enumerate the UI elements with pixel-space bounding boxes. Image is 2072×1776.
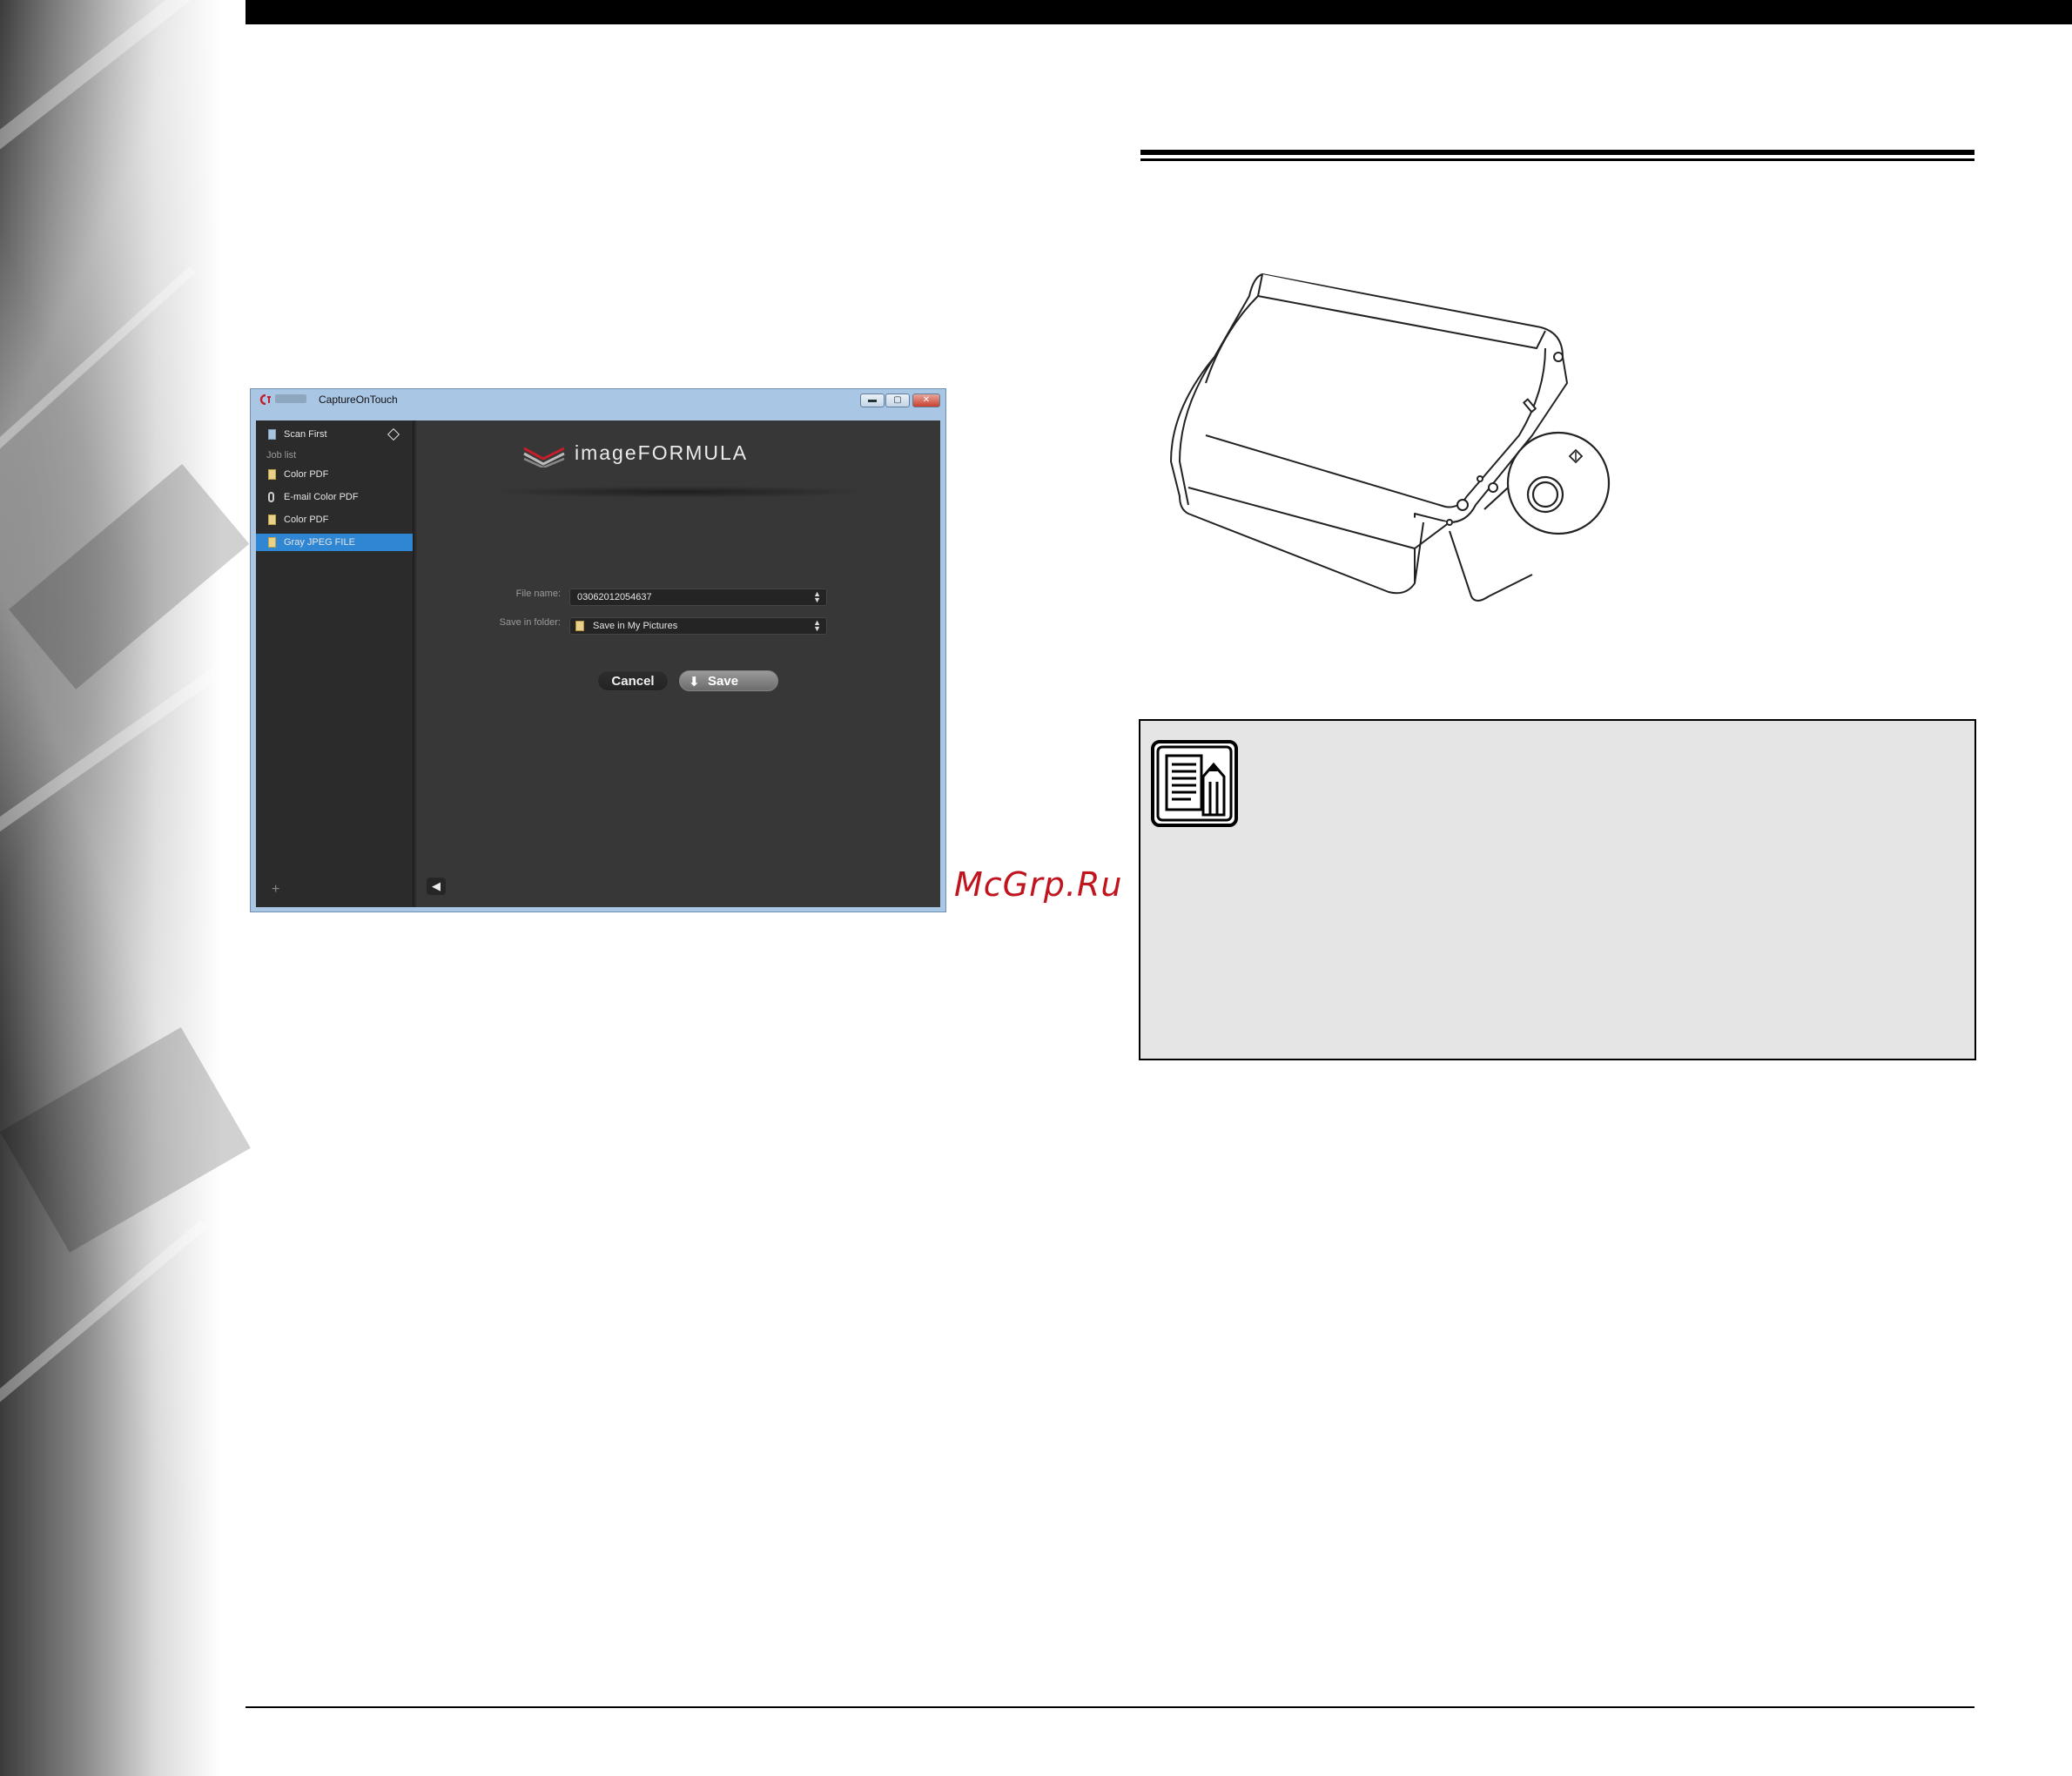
page-header-bar [246,0,2072,24]
back-button[interactable]: ◀ [427,878,446,895]
start-scan-icon[interactable] [387,427,400,441]
sidebar-item-label: Scan First [284,429,327,440]
imageformula-logo-icon [523,447,565,468]
window-titlebar: CaptureOnTouch ▬ ▢ ✕ [251,389,945,410]
pdf-file-icon [268,469,276,480]
sidebar-item-label: E-mail Color PDF [284,492,359,502]
save-button[interactable]: ⬇ Save [679,670,778,691]
job-list-heading: Job list [266,450,297,461]
brand-name: imageFORMULA [575,441,749,464]
sidebar-item-job[interactable]: Color PDF [256,511,413,528]
sidebar: Scan First Job list Color PDF E-mail Col… [256,420,413,907]
captureontouch-window: CaptureOnTouch ▬ ▢ ✕ Scan First Job list… [250,388,946,912]
sidebar-item-scan-first[interactable]: Scan First [256,426,413,443]
maximize-button[interactable]: ▢ [885,394,910,407]
sidebar-item-job-selected[interactable]: Gray JPEG FILE [256,534,413,551]
jpeg-file-icon [268,537,276,548]
sidebar-item-job[interactable]: E-mail Color PDF [256,488,413,506]
sidebar-item-label: Gray JPEG FILE [284,537,355,548]
close-button[interactable]: ✕ [912,394,940,407]
pdf-file-icon [268,515,276,525]
folder-icon [575,621,584,631]
paperclip-icon [268,492,274,502]
watermark-text: McGrp.Ru [954,865,1123,904]
scan-document-icon [268,429,276,440]
app-logo-icon [259,394,271,405]
main-pane: imageFORMULA File name: 03062012054637 ▲… [418,420,940,907]
decorative-side-band [0,0,251,1776]
sidebar-item-label: Color PDF [284,515,329,525]
model-name-blurred [275,394,306,403]
file-name-value: 03062012054637 [577,592,652,602]
save-in-folder-label: Save in folder: [499,617,561,628]
scanner-illustration [1170,273,1611,602]
cancel-button[interactable]: Cancel [597,670,669,691]
save-button-label: Save [708,674,739,689]
dropdown-arrows-icon[interactable]: ▲ ▼ [813,619,821,633]
note-pencil-icon [1151,740,1238,827]
section-heading-rule [1140,150,1974,161]
page-footer-rule [246,1706,1974,1708]
spinner-arrows-icon[interactable]: ▲ ▼ [813,590,821,604]
app-body: Scan First Job list Color PDF E-mail Col… [256,420,940,907]
file-name-label: File name: [515,589,561,599]
save-in-folder-value: Save in My Pictures [593,621,678,631]
sidebar-item-label: Color PDF [284,469,329,480]
brand-underline-shadow [488,486,871,498]
download-arrow-icon: ⬇ [689,675,700,690]
save-in-folder-select[interactable]: Save in My Pictures ▲ ▼ [569,617,827,635]
minimize-button[interactable]: ▬ [860,394,885,407]
add-job-button[interactable]: + [272,882,279,898]
note-box [1139,719,1976,1060]
file-name-field[interactable]: 03062012054637 ▲ ▼ [569,589,827,606]
sidebar-item-job[interactable]: Color PDF [256,466,413,483]
window-title: CaptureOnTouch [319,394,398,406]
